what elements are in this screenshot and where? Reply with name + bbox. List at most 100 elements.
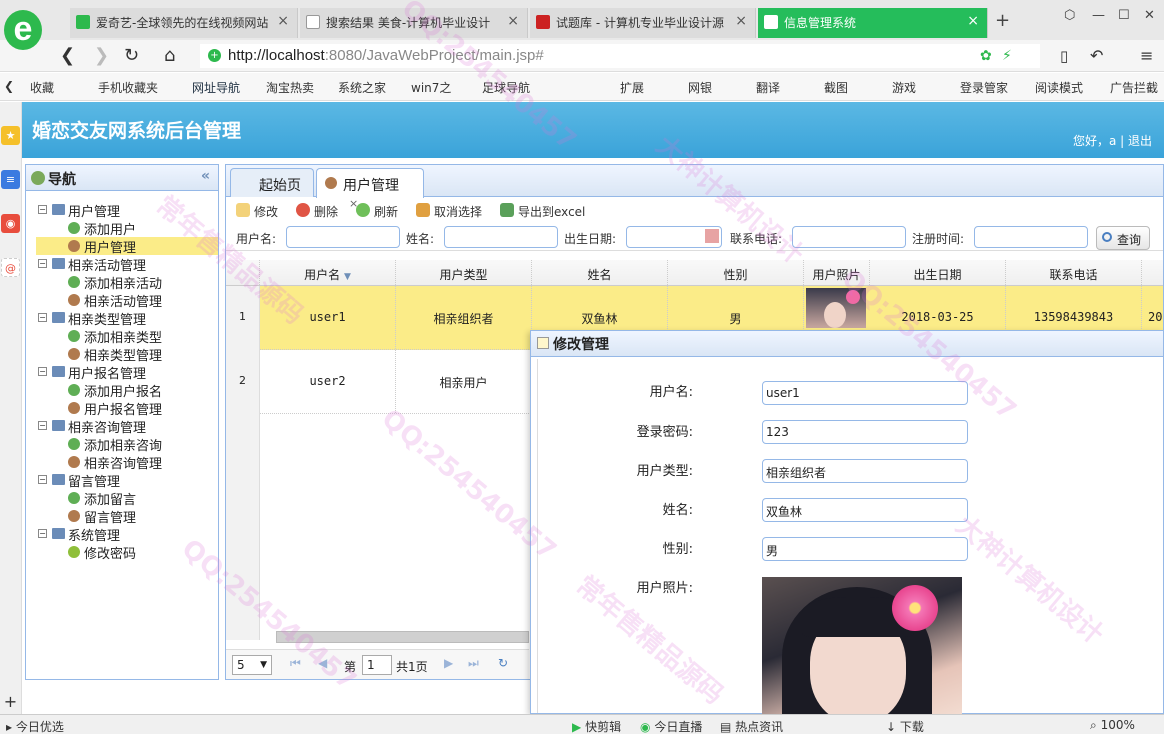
status-item[interactable]: ▶ 快剪辑 (572, 718, 621, 734)
tree-toggle-icon[interactable]: − (38, 529, 47, 538)
bookmark-item[interactable]: 网银 (688, 79, 712, 96)
close-icon[interactable]: × (735, 13, 747, 29)
nav-item[interactable]: 相亲咨询管理 (26, 453, 218, 472)
nav-group[interactable]: − 相亲咨询管理 (26, 417, 218, 436)
sex-field[interactable]: 男 (762, 537, 968, 561)
list-icon[interactable]: ≡ (1, 170, 20, 189)
bookmark-item[interactable]: 淘宝热卖 (266, 79, 314, 96)
tree-toggle-icon[interactable]: − (38, 259, 47, 268)
nav-item[interactable]: 添加相亲咨询 (26, 435, 218, 454)
first-page-icon[interactable]: ⏮ (290, 656, 301, 671)
prev-page-icon[interactable]: ◀ (318, 656, 327, 670)
maximize-icon[interactable]: ☐ (1118, 8, 1130, 23)
search-input-name[interactable] (444, 226, 558, 248)
bookmark-toggle-icon[interactable]: ❮ (4, 79, 14, 93)
status-left[interactable]: ▸ 今日优选 (6, 718, 64, 734)
next-page-icon[interactable]: ▶ (444, 656, 453, 670)
reload-icon[interactable]: ↻ (498, 656, 508, 670)
name-field[interactable]: 双鱼林 (762, 498, 968, 522)
lightning-icon[interactable]: ⚡ (1002, 48, 1012, 64)
usertype-field[interactable]: 相亲组织者 (762, 459, 968, 483)
bookmark-item[interactable]: 阅读模式 (1035, 79, 1083, 96)
column-header-type[interactable]: 用户类型 (396, 260, 532, 285)
bookmark-item[interactable]: 游戏 (892, 79, 916, 96)
bookmark-item[interactable]: 翻译 (756, 79, 780, 96)
last-page-icon[interactable]: ⏭ (468, 656, 479, 671)
back-icon[interactable]: ❮ (60, 45, 75, 66)
close-icon[interactable]: × (967, 13, 979, 29)
bookmark-item[interactable]: 网址导航 (192, 79, 240, 96)
username-field[interactable]: user1 (762, 381, 968, 405)
bookmark-item[interactable]: 系统之家 (338, 79, 386, 96)
close-icon[interactable]: × (507, 13, 519, 29)
export-button[interactable]: 导出到excel (500, 203, 585, 220)
nav-item[interactable]: 添加相亲活动 (26, 273, 218, 292)
nav-group[interactable]: − 相亲活动管理 (26, 255, 218, 274)
bookmark-item[interactable]: 扩展 (620, 79, 644, 96)
weibo-icon[interactable]: ◉ (1, 214, 20, 233)
browser-tab-search[interactable]: 搜索结果 美食-计算机毕业设计 × (300, 8, 528, 38)
tree-toggle-icon[interactable]: − (38, 205, 47, 214)
browser-logo[interactable]: e (4, 10, 42, 50)
calendar-icon[interactable] (705, 229, 719, 243)
refresh-button[interactable]: 刷新 (356, 203, 398, 220)
browser-tab-active[interactable]: 信息管理系统 × (758, 8, 988, 38)
bookmark-item[interactable]: 广告拦截 (1110, 79, 1158, 96)
bookmark-item[interactable]: win7之 (411, 79, 451, 96)
page-size-select[interactable]: 5 ▼ (232, 655, 272, 675)
nav-group[interactable]: − 留言管理 (26, 471, 218, 490)
search-button[interactable]: 查询 (1096, 226, 1150, 250)
column-header-phone[interactable]: 联系电话 (1006, 260, 1142, 285)
at-icon[interactable]: @ (1, 258, 20, 277)
column-header-username[interactable]: 用户名 ▼ (260, 260, 396, 285)
page-number-input[interactable]: 1 (362, 655, 392, 675)
nav-item[interactable]: 添加留言 (26, 489, 218, 508)
tree-toggle-icon[interactable]: − (38, 421, 47, 430)
status-item[interactable]: ◉ 今日直播 (640, 718, 702, 734)
add-icon[interactable]: + (1, 692, 20, 711)
url-field[interactable]: + http://localhost:8080/JavaWebProject/m… (200, 44, 1040, 68)
tree-toggle-icon[interactable]: − (38, 475, 47, 484)
nav-item[interactable]: 留言管理 (26, 507, 218, 526)
unselect-button[interactable]: 取消选择 (416, 203, 482, 220)
bookmark-item[interactable]: 手机收藏夹 (98, 79, 158, 96)
nav-item[interactable]: 添加用户 (26, 219, 218, 238)
nav-item[interactable]: 添加用户报名 (26, 381, 218, 400)
phone-icon[interactable]: ▯ (1060, 47, 1068, 65)
bookmark-item[interactable]: 截图 (824, 79, 848, 96)
search-input-username[interactable] (286, 226, 400, 248)
speed-icon[interactable]: ✿ (980, 48, 992, 64)
nav-group[interactable]: − 用户管理 (26, 201, 218, 220)
tree-toggle-icon[interactable]: − (38, 313, 47, 322)
new-tab-button[interactable]: + (995, 10, 1010, 31)
close-window-icon[interactable]: ✕ (1144, 8, 1155, 23)
column-header-sex[interactable]: 性别 (668, 260, 804, 285)
column-header-name[interactable]: 姓名 (532, 260, 668, 285)
horizontal-scrollbar[interactable] (276, 631, 529, 643)
nav-item[interactable]: 用户管理 (36, 237, 218, 256)
reload-icon[interactable]: ↻ (124, 45, 139, 66)
edit-button[interactable]: 修改 (236, 203, 278, 220)
status-item[interactable]: ▤ 热点资讯 (720, 718, 783, 734)
minimize-icon[interactable]: — (1092, 8, 1105, 23)
column-header-birthday[interactable]: 出生日期 (870, 260, 1006, 285)
password-field[interactable]: 123 (762, 420, 968, 444)
tree-toggle-icon[interactable]: − (38, 367, 47, 376)
delete-button[interactable]: 删除 (296, 203, 338, 220)
collapse-icon[interactable]: « (201, 168, 210, 184)
search-input-phone[interactable] (792, 226, 906, 248)
skin-icon[interactable]: ⬡ (1064, 8, 1075, 23)
nav-group[interactable]: − 用户报名管理 (26, 363, 218, 382)
nav-group[interactable]: − 系统管理 (26, 525, 218, 544)
browser-tab-exam[interactable]: 试题库 - 计算机专业毕业设计源 × (530, 8, 756, 38)
nav-item[interactable]: 添加相亲类型 (26, 327, 218, 346)
search-input-birthday[interactable] (626, 226, 722, 248)
tab-users[interactable]: 用户管理× (316, 168, 424, 210)
home-icon[interactable]: ⌂ (164, 45, 175, 66)
forward-icon[interactable]: ❯ (94, 45, 109, 66)
bookmark-item[interactable]: 足球导航 (482, 79, 530, 96)
zoom-level[interactable]: ⌕ 100% (1090, 718, 1135, 733)
close-icon[interactable]: × (277, 13, 289, 29)
browser-tab-iqiyi[interactable]: 爱奇艺-全球领先的在线视频网站 × (70, 8, 298, 38)
nav-item[interactable]: 用户报名管理 (26, 399, 218, 418)
